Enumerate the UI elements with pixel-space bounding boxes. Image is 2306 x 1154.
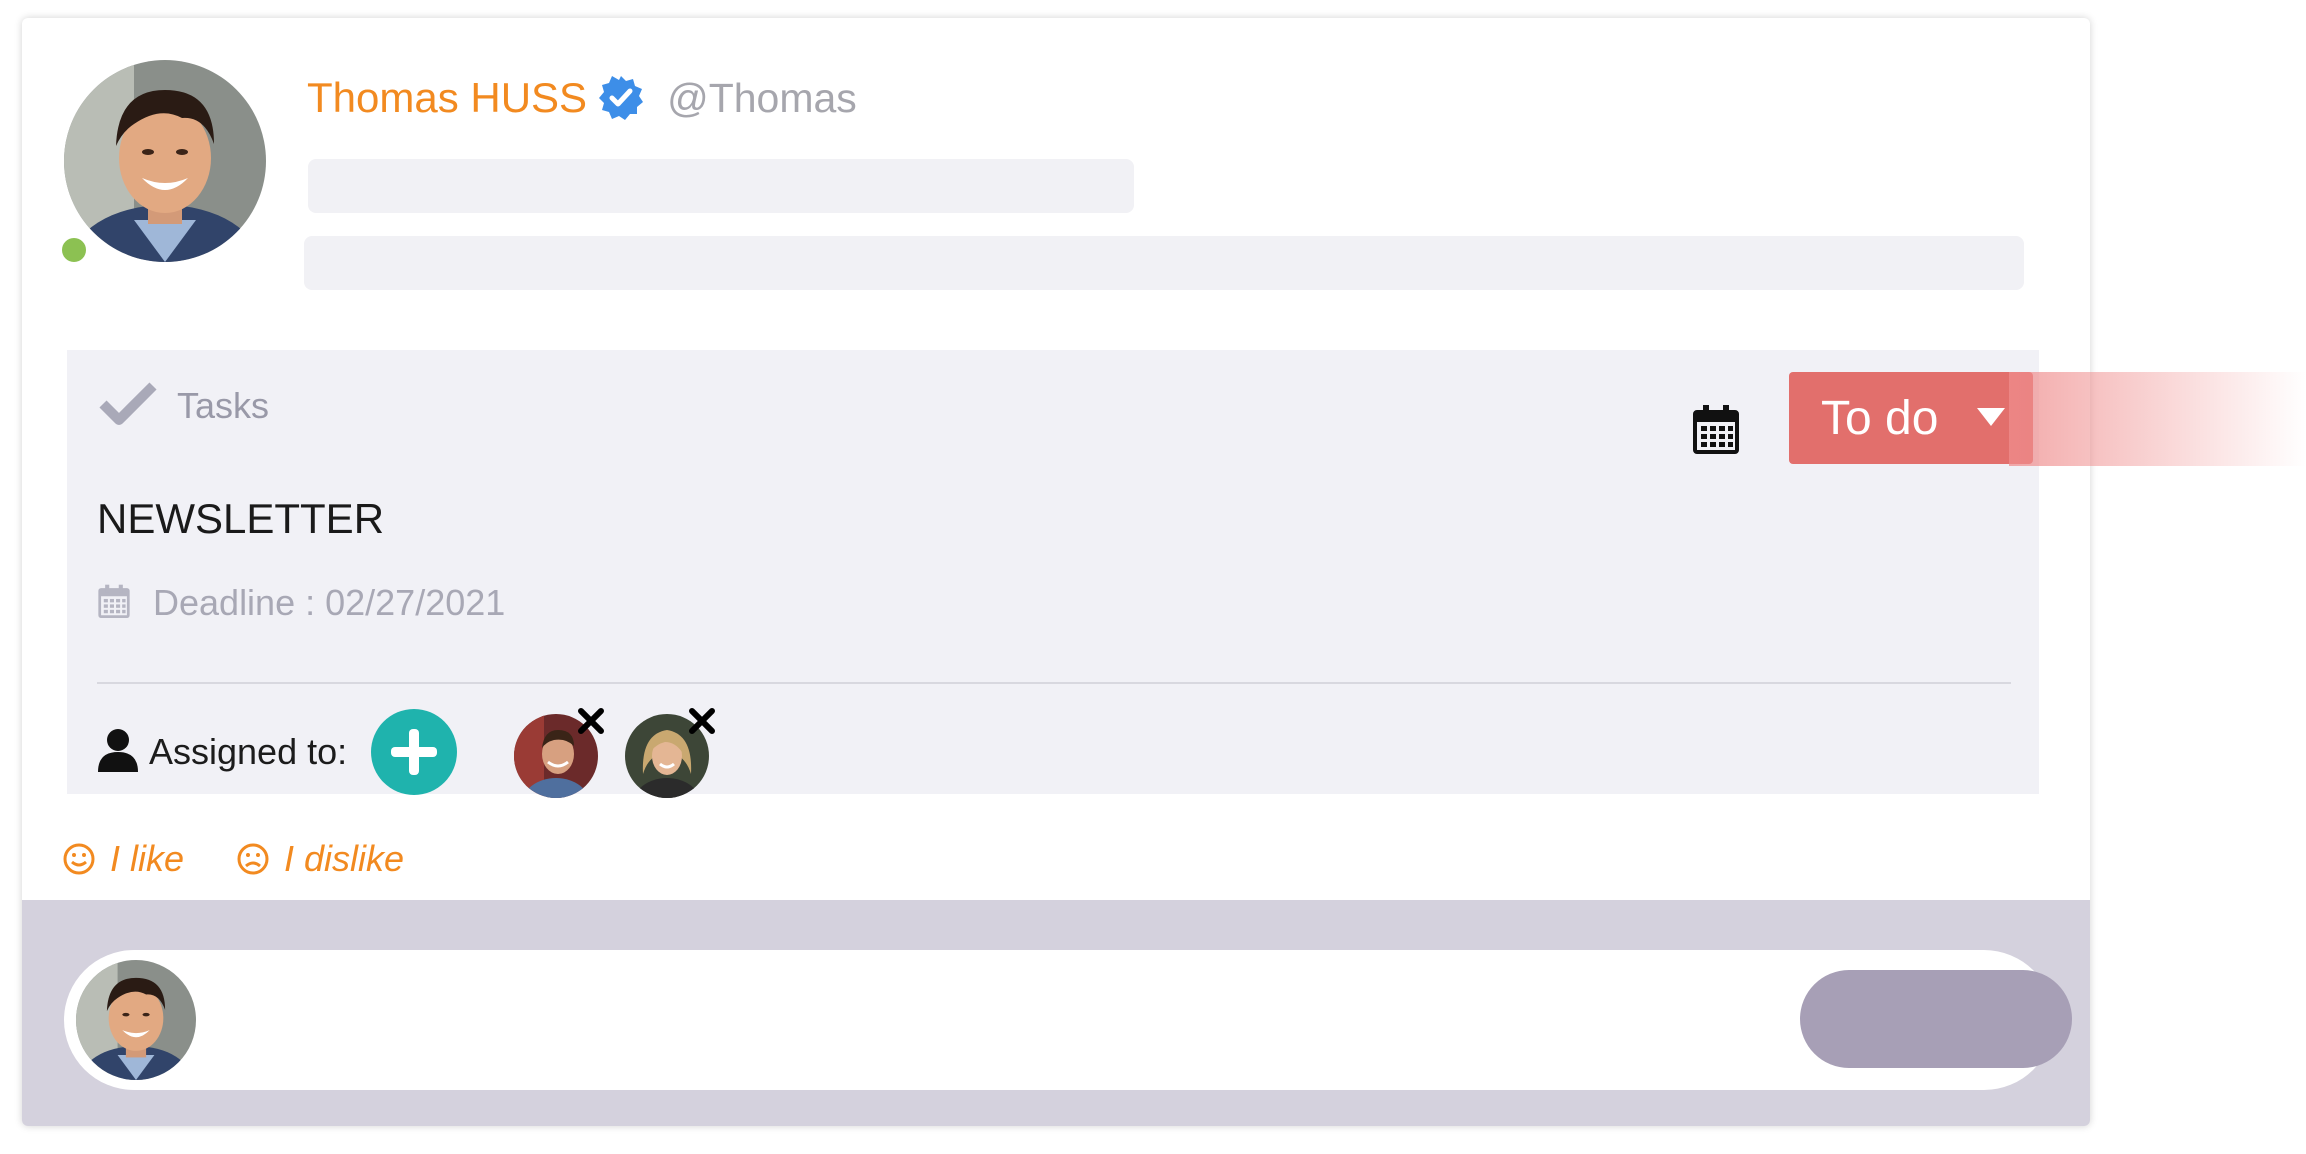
smile-icon [63, 843, 95, 875]
author-avatar[interactable] [64, 60, 266, 262]
reactions-bar: I like I dislike [62, 838, 404, 880]
comment-input[interactable] [64, 950, 2072, 1090]
add-assignee-button[interactable] [371, 709, 458, 795]
assigned-to-row: Assigned to: [97, 707, 458, 797]
checkmark-icon [99, 380, 157, 431]
divider [97, 682, 2011, 684]
author-name[interactable]: Thomas HUSS [307, 74, 587, 122]
deadline-text: Deadline : 02/27/2021 [153, 582, 506, 623]
online-status-indicator [60, 236, 88, 264]
comment-bar [22, 900, 2090, 1126]
calendar-icon[interactable] [1692, 404, 1740, 454]
close-icon[interactable] [687, 706, 717, 736]
current-user-avatar [76, 960, 196, 1080]
like-button[interactable]: I like [62, 838, 184, 880]
dislike-button[interactable]: I dislike [236, 838, 404, 880]
tasks-label: Tasks [177, 384, 270, 426]
verified-badge-icon [597, 74, 645, 122]
author-header: Thomas HUSS @Thomas [307, 68, 857, 128]
task-title: NEWSLETTER [97, 495, 385, 542]
status-highlight-glow [2009, 372, 2306, 466]
content-placeholder-line [304, 236, 2024, 290]
assigned-to-label: Assigned to: [149, 731, 348, 772]
task-deadline: Deadline : 02/27/2021 [97, 582, 505, 624]
user-icon [97, 728, 139, 777]
close-icon[interactable] [576, 706, 606, 736]
tasks-header: Tasks [99, 380, 269, 431]
caret-down-icon [1977, 408, 2005, 426]
status-label: To do [1821, 391, 1939, 445]
author-handle[interactable]: @Thomas [667, 75, 857, 122]
task-panel: Tasks To do NEWSLETTER Deadline: 02/27/… [67, 350, 2039, 798]
send-button[interactable] [1800, 970, 2072, 1068]
frown-icon [237, 843, 269, 875]
status-dropdown[interactable]: To do [1789, 372, 2033, 464]
like-label: I like [110, 838, 185, 879]
content-placeholder-line [308, 159, 1134, 213]
dislike-label: I dislike [284, 838, 405, 879]
calendar-icon [97, 584, 131, 623]
plus-icon [391, 729, 438, 775]
post-card: Thomas HUSS @Thomas Tasks To do NEWSLETT… [22, 18, 2090, 1126]
